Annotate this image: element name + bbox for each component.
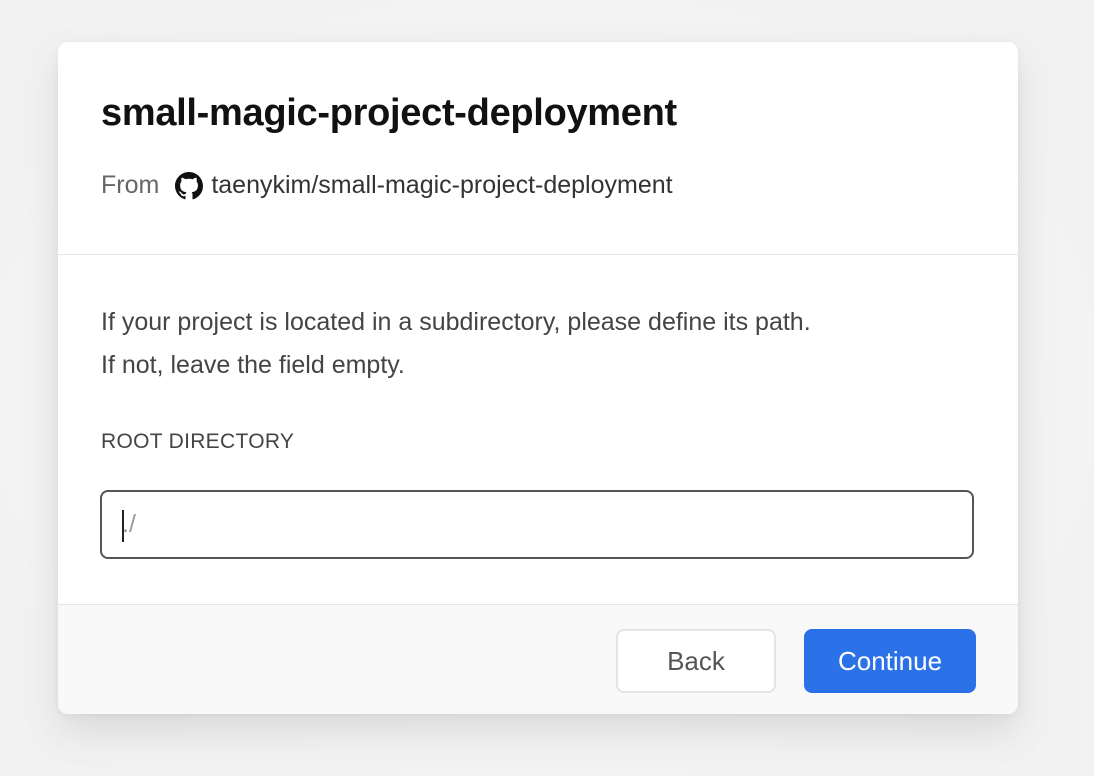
- modal-body: If your project is located in a subdirec…: [58, 255, 1018, 604]
- repo-source: From taenykim/small-magic-project-deploy…: [101, 171, 673, 200]
- continue-button[interactable]: Continue: [804, 629, 976, 693]
- back-button[interactable]: Back: [616, 629, 776, 693]
- subdirectory-description: If your project is located in a subdirec…: [101, 301, 981, 387]
- from-label: From: [101, 171, 160, 199]
- description-line-1: If your project is located in a subdirec…: [101, 308, 811, 336]
- repo-name: taenykim/small-magic-project-deployment: [211, 171, 673, 199]
- project-title: small-magic-project-deployment: [101, 92, 677, 134]
- github-icon: [175, 171, 204, 200]
- modal-header: small-magic-project-deployment From taen…: [58, 42, 1018, 255]
- description-line-2: If not, leave the field empty.: [101, 351, 405, 379]
- root-directory-input[interactable]: [102, 492, 972, 557]
- text-caret: [122, 510, 124, 542]
- root-directory-field[interactable]: [100, 490, 974, 559]
- modal-footer: Back Continue: [58, 604, 1018, 714]
- root-directory-label: ROOT DIRECTORY: [101, 430, 295, 453]
- import-project-modal: small-magic-project-deployment From taen…: [58, 42, 1018, 714]
